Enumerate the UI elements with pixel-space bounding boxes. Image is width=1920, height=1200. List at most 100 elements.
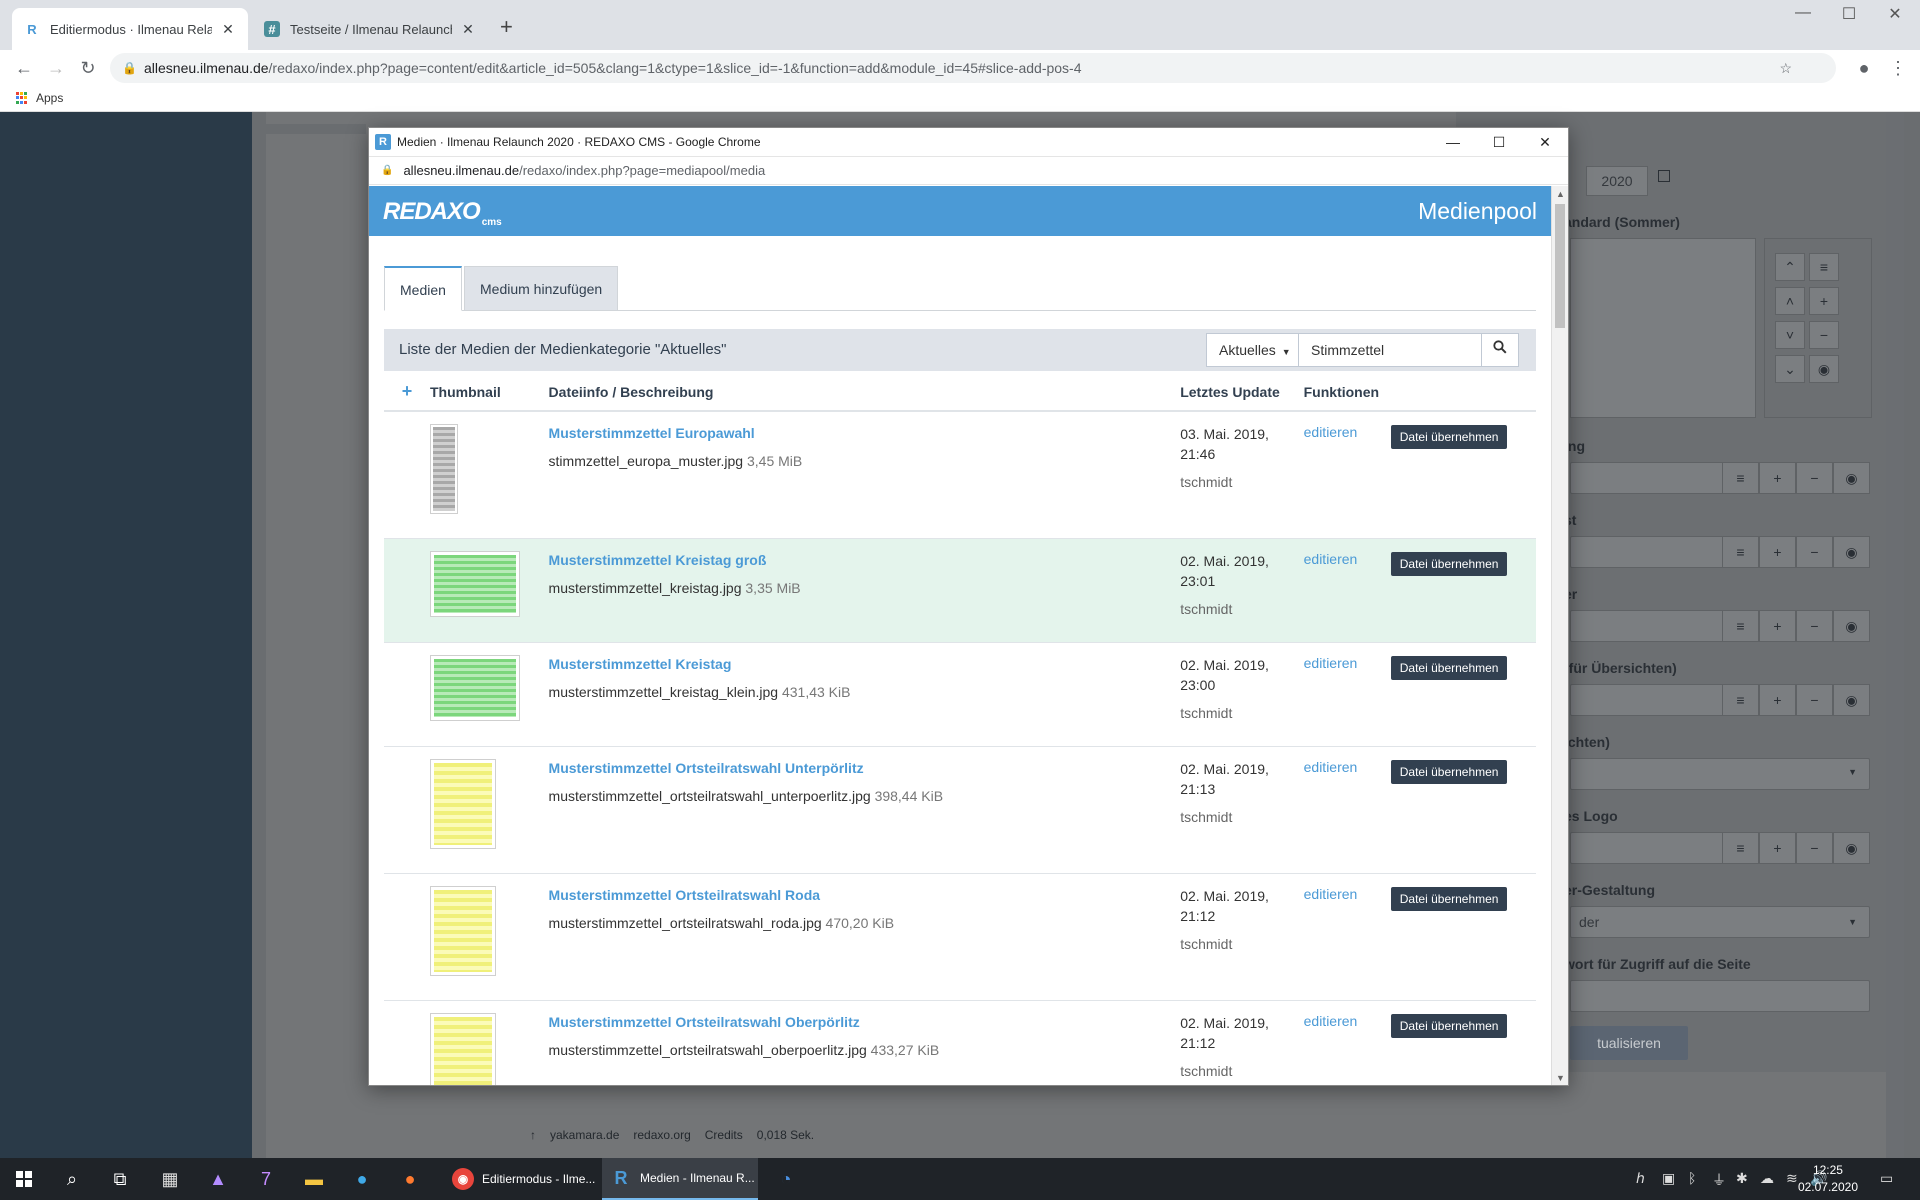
minus-icon[interactable]: − <box>1809 321 1839 349</box>
minus-icon[interactable]: − <box>1796 684 1833 716</box>
forward-icon[interactable]: → <box>44 56 68 80</box>
take-file-button[interactable]: Datei übernehmen <box>1390 1013 1508 1038</box>
scroll-up-icon[interactable]: ▲ <box>1552 186 1568 202</box>
media-title-link[interactable]: Musterstimmzettel Ortsteilratswahl Unter… <box>549 760 1181 776</box>
up-arrow-icon[interactable]: ↑ <box>530 1128 536 1142</box>
minus-icon[interactable]: − <box>1796 832 1833 864</box>
bluetooth-icon[interactable]: ᛒ <box>1688 1170 1696 1186</box>
eye-icon[interactable]: ◉ <box>1809 355 1839 383</box>
plus-icon[interactable]: + <box>1759 832 1796 864</box>
take-file-button[interactable]: Datei übernehmen <box>1390 551 1508 576</box>
list-icon[interactable]: ≡ <box>1722 462 1759 494</box>
profile-icon[interactable]: ● <box>1852 56 1876 80</box>
down-icon[interactable]: ⌄ <box>1775 355 1805 383</box>
list-icon[interactable]: ≡ <box>1809 253 1839 281</box>
thumbnail[interactable] <box>429 550 520 617</box>
hp-icon[interactable]: ℎ <box>1636 1170 1645 1187</box>
minus-icon[interactable]: − <box>1796 462 1833 494</box>
taskbar-app-medien[interactable]: R Medien - Ilmenau R... <box>602 1158 758 1200</box>
eye-icon[interactable]: ◉ <box>1833 684 1870 716</box>
category-select[interactable]: Aktuelles ▼ <box>1206 333 1299 367</box>
take-file-button[interactable]: Datei übernehmen <box>1390 886 1508 911</box>
plus-icon[interactable]: + <box>1759 536 1796 568</box>
minimize-icon[interactable]: — <box>1430 134 1476 150</box>
task-view-icon[interactable]: ⧉ <box>96 1158 144 1200</box>
browser-tab-testseite[interactable]: # Testseite / Ilmenau Relaunch 202 ✕ <box>252 8 488 50</box>
edit-link[interactable]: editieren <box>1304 886 1358 902</box>
tab-medien[interactable]: Medien <box>384 266 462 311</box>
wifi-icon[interactable]: ≋ <box>1786 1170 1798 1187</box>
thumbnail[interactable] <box>429 424 458 514</box>
up-icon[interactable]: ˄ <box>1775 287 1805 315</box>
background-select[interactable]: ▼ <box>1570 758 1870 790</box>
close-tab-icon[interactable]: ✕ <box>220 21 236 38</box>
search-input[interactable] <box>1298 333 1482 367</box>
plus-icon[interactable]: + <box>1759 684 1796 716</box>
thumbnail[interactable] <box>429 654 520 721</box>
menu-kebab-icon[interactable]: ⋮ <box>1886 56 1910 80</box>
file-explorer-icon[interactable]: ▬ <box>292 1158 336 1200</box>
background-select[interactable]: der ▼ <box>1570 906 1870 938</box>
thumbnail[interactable] <box>429 1012 496 1085</box>
plus-icon[interactable]: + <box>1809 287 1839 315</box>
media-title-link[interactable]: Musterstimmzettel Kreistag <box>549 656 1181 672</box>
media-title-link[interactable]: Musterstimmzettel Ortsteilratswahl Oberp… <box>549 1014 1181 1030</box>
taskbar-app-chrome[interactable]: ◉ Editiermodus - Ilme... <box>444 1158 600 1200</box>
footer-link[interactable]: Credits <box>705 1128 743 1142</box>
seven-app-icon[interactable]: 7 <box>244 1158 288 1200</box>
close-tab-icon[interactable]: ✕ <box>460 21 476 38</box>
scrollbar-thumb[interactable] <box>1555 204 1565 328</box>
firefox-icon[interactable]: ● <box>388 1158 432 1200</box>
take-file-button[interactable]: Datei übernehmen <box>1390 655 1508 680</box>
edge-icon[interactable]: ● <box>340 1158 384 1200</box>
edit-link[interactable]: editieren <box>1304 759 1358 775</box>
back-icon[interactable]: ← <box>12 56 36 80</box>
plus-icon[interactable]: + <box>1759 610 1796 642</box>
search-button[interactable] <box>1481 333 1519 367</box>
list-icon[interactable]: ≡ <box>1722 832 1759 864</box>
colorful-app-icon[interactable]: ✱ <box>1736 1170 1748 1187</box>
close-window-icon[interactable]: ✕ <box>1522 134 1568 151</box>
calculator-icon[interactable]: ▦ <box>148 1158 192 1200</box>
usb-icon[interactable]: ⏚ <box>1712 1170 1726 1190</box>
tab-medium-hinzufuegen[interactable]: Medium hinzufügen <box>464 266 619 311</box>
maximize-icon[interactable]: ☐ <box>1826 4 1872 24</box>
eye-icon[interactable]: ◉ <box>1833 536 1870 568</box>
eye-icon[interactable]: ◉ <box>1833 610 1870 642</box>
system-clock[interactable]: 12:25 02.07.2020 <box>1798 1162 1858 1196</box>
update-button[interactable]: tualisieren <box>1570 1026 1688 1060</box>
popup-scrollbar[interactable]: ▲ ▼ <box>1551 186 1568 1085</box>
minus-icon[interactable]: − <box>1796 536 1833 568</box>
thumbnail[interactable] <box>429 885 496 976</box>
affinity-icon[interactable]: ▲ <box>196 1158 240 1200</box>
background-password-field[interactable] <box>1570 980 1870 1012</box>
plus-icon[interactable]: + <box>1759 462 1796 494</box>
reload-icon[interactable]: ↻ <box>76 56 100 80</box>
eye-icon[interactable]: ◉ <box>1833 832 1870 864</box>
maximize-icon[interactable]: ☐ <box>1476 134 1522 151</box>
background-scrollbar[interactable] <box>1904 112 1920 1158</box>
background-textarea[interactable] <box>1570 238 1756 418</box>
address-bar[interactable]: 🔒 allesneu.ilmenau.de/redaxo/index.php?p… <box>110 53 1836 83</box>
edit-link[interactable]: editieren <box>1304 1013 1358 1029</box>
take-file-button[interactable]: Datei übernehmen <box>1390 759 1508 784</box>
take-file-button[interactable]: Datei übernehmen <box>1390 425 1508 449</box>
close-window-icon[interactable]: ✕ <box>1872 4 1918 24</box>
popup-address-bar[interactable]: 🔒 allesneu.ilmenau.de/redaxo/index.php?p… <box>369 157 1568 185</box>
edit-link[interactable]: editieren <box>1304 424 1358 440</box>
add-media-icon[interactable]: + <box>384 371 430 412</box>
up-icon[interactable]: ⌃ <box>1775 253 1805 281</box>
media-title-link[interactable]: Musterstimmzettel Kreistag groß <box>549 552 1181 568</box>
list-icon[interactable]: ≡ <box>1722 684 1759 716</box>
media-title-link[interactable]: Musterstimmzettel Europawahl <box>549 425 1181 441</box>
notification-icon[interactable]: ▭ <box>1880 1170 1893 1187</box>
footer-link[interactable]: redaxo.org <box>633 1128 690 1142</box>
eye-icon[interactable]: ◉ <box>1833 462 1870 494</box>
search-icon[interactable]: ⌕ <box>48 1158 96 1200</box>
media-title-link[interactable]: Musterstimmzettel Ortsteilratswahl Roda <box>549 887 1181 903</box>
minimize-icon[interactable]: — <box>1780 4 1826 22</box>
display-icon[interactable]: ▣ <box>1662 1170 1675 1187</box>
background-checkbox[interactable] <box>1658 170 1670 182</box>
scroll-down-icon[interactable]: ▼ <box>1552 1070 1568 1085</box>
bookmark-star-icon[interactable]: ☆ <box>1779 53 1792 83</box>
